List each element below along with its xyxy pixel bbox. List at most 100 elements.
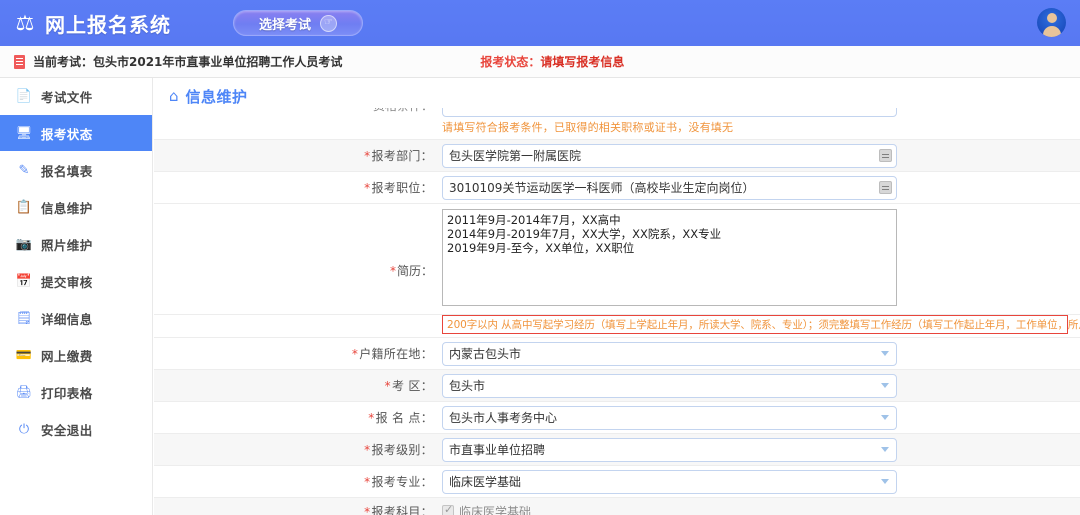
resume-label-text: 简历： [396,264,433,278]
calendar-check-icon: 📅 [15,273,33,289]
form-edit-icon: 📋 [15,199,33,215]
resume-warning-text: 200字以内 从高中写起学习经历（填写上学起止年月，所读大学、院系、专业）；须完… [447,319,1080,331]
sidebar-label: 网上缴费 [41,348,93,364]
sidebar-item-logout[interactable]: ⏻ 安全退出 [0,411,152,447]
avatar-head [1046,13,1057,23]
qualification-label: 资格条件： [154,108,442,114]
subject-label: *报考科目： [154,503,442,515]
user-avatar-icon[interactable] [1037,8,1066,37]
sidebar-label: 提交审核 [41,274,93,290]
file-icon: 📄 [15,88,33,104]
page-title-text: 信息维护 [185,87,248,106]
current-exam-bar: 当前考试：包头市2021年市直事业单位招聘工作人员考试 报考状态：请填写报考信息 [0,46,1080,78]
page-title: ⌂ 信息维护 [154,78,1080,108]
household-select[interactable]: 内蒙古包头市 [442,341,897,366]
sidebar-item-registration-form[interactable]: ✎ 报名填表 [0,152,152,188]
clipboard-user-icon: 🗒 [15,310,33,326]
position-row: *报考职位： [154,172,1080,204]
sidebar-label: 打印表格 [41,385,93,401]
qualification-input[interactable] [442,108,897,117]
signup-point-label-text: 报 名 点： [375,411,433,425]
department-picker-icon[interactable] [879,148,892,162]
signup-point-select[interactable]: 包头市人事考务中心 [442,405,897,430]
required-mark: * [364,475,371,489]
required-mark: * [389,264,396,278]
select-exam-label: 选择考试 [258,17,311,33]
app-title: 网上报名系统 [45,12,171,37]
required-mark: * [364,443,371,457]
required-mark: * [364,181,371,195]
sidebar-item-online-payment[interactable]: 💳 网上缴费 [0,337,152,373]
sidebar-item-exam-files[interactable]: 📄 考试文件 [0,78,152,114]
home-icon: ⌂ [169,86,179,105]
required-mark: * [351,347,359,361]
monitor-icon: 🖥 [15,125,33,141]
select-exam-button[interactable]: 选择考试 ☞ [233,10,363,36]
printer-icon: 🖨 [15,384,33,400]
position-input[interactable] [442,175,897,200]
signup-point-row: *报 名 点： 包头市人事考务中心 [154,402,1080,434]
signup-point-label: *报 名 点： [154,409,442,426]
subject-row: *报考科目： 临床医学基础 [154,498,1080,515]
level-row: *报考级别： 市直事业单位招聘 [154,434,1080,466]
major-label: *报考专业： [154,473,442,490]
document-icon [14,54,25,69]
subject-label-text: 报考科目： [371,504,433,515]
sidebar-label: 报名填表 [41,163,93,179]
position-picker-icon[interactable] [879,180,892,194]
app-header: ⚖ 网上报名系统 选择考试 ☞ [0,0,1080,46]
resume-textarea[interactable]: 2011年9月-2014年7月，XX高中 2014年9月-2019年7月，XX大… [442,209,897,306]
required-mark: * [384,379,391,393]
major-select[interactable]: 临床医学基础 [442,469,897,494]
photo-icon: 📷 [15,236,33,252]
household-row: *户籍所在地： 内蒙古包头市 [154,338,1080,370]
level-select[interactable]: 市直事业单位招聘 [442,437,897,462]
hand-click-icon: ☞ [320,14,337,32]
avatar-body [1042,26,1061,37]
sidebar-item-photo-maintenance[interactable]: 📷 照片维护 [0,226,152,262]
pencil-icon: ✎ [18,162,30,178]
scales-icon: ⚖ [15,10,35,35]
major-label-text: 报考专业： [371,475,433,489]
exam-area-label: *考 区： [154,377,442,394]
exam-area-label-text: 考 区： [391,379,433,393]
sidebar-item-info-maintenance[interactable]: 📋 信息维护 [0,189,152,225]
online-registration-app: ⚖ 网上报名系统 选择考试 ☞ 当前考试：包头市2021年市直事业单位招聘工作人… [0,0,1080,515]
position-label: *报考职位： [154,179,442,196]
resume-label: *简历： [154,204,442,314]
household-label-text: 户籍所在地： [359,347,433,361]
status-label: 报考状态： [480,55,541,69]
subject-checkbox-label: 临床医学基础 [459,504,532,515]
status-value: 请填写报考信息 [540,55,625,69]
credit-card-icon: 💳 [15,347,33,363]
required-mark: * [364,504,371,515]
sidebar-label: 报考状态 [41,126,93,142]
current-exam-text: 当前考试：包头市2021年市直事业单位招聘工作人员考试 [33,55,343,69]
sidebar-item-application-status[interactable]: 🖥 报考状态 [0,115,152,151]
warning-spacer [154,315,442,334]
sidebar-label: 信息维护 [41,200,93,216]
department-input[interactable] [442,143,897,168]
required-mark: * [364,149,371,163]
household-label: *户籍所在地： [154,345,442,362]
sidebar-item-submit-review[interactable]: 📅 提交审核 [0,263,152,299]
exam-area-row: *考 区： 包头市 [154,370,1080,402]
sidebar-label: 照片维护 [41,237,93,253]
power-icon: ⏻ [18,421,30,437]
app-logo: ⚖ 网上报名系统 [12,9,171,38]
qualification-row-clipped: 资格条件： 请填写符合报考条件，已取得的相关职称或证书，没有填无 [154,108,1080,140]
sidebar: 📄 考试文件 🖥 报考状态 ✎ 报名填表 📋 信息维护 📷 照片维护 📅 提交审… [0,78,153,515]
subject-checkbox[interactable] [442,504,454,515]
level-label: *报考级别： [154,441,442,458]
required-mark: * [368,411,375,425]
resume-row: *简历： 2011年9月-2014年7月，XX高中 2014年9月-2019年7… [154,204,1080,315]
main-content: ⌂ 信息维护 资格条件： 请填写符合报考条件，已取得的相关职称或证书，没有填无 … [154,78,1080,515]
sidebar-item-print-form[interactable]: 🖨 打印表格 [0,374,152,410]
status-badge: 报考状态：请填写报考信息 [480,53,624,70]
major-row: *报考专业： 临床医学基础 [154,466,1080,498]
sidebar-label: 考试文件 [41,89,93,105]
exam-area-select[interactable]: 包头市 [442,373,897,398]
department-label: *报考部门： [154,147,442,164]
level-label-text: 报考级别： [371,443,433,457]
sidebar-item-detail-info[interactable]: 🗒 详细信息 [0,300,152,336]
